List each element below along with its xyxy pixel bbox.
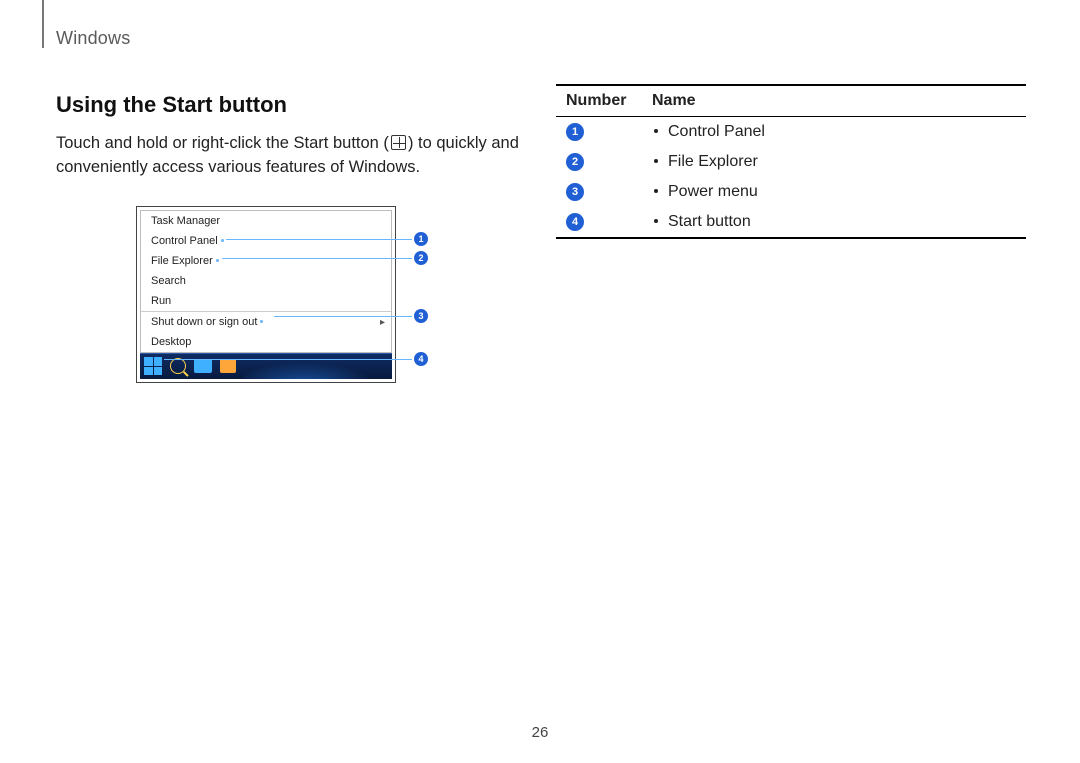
start-context-menu: Task Manager Control Panel File Explorer…: [140, 210, 392, 353]
table-row: 2 File Explorer: [556, 147, 1026, 177]
number-badge: 3: [566, 183, 584, 201]
callout-dot: [260, 320, 263, 323]
callout-badge-2: 2: [414, 251, 428, 265]
section-title: Windows: [56, 28, 130, 49]
row-name: Control Panel: [668, 123, 765, 140]
table-header-name: Name: [652, 92, 1022, 110]
leader-line: [274, 316, 412, 317]
subsection-heading: Using the Start button: [56, 92, 526, 118]
row-name: Start button: [668, 213, 751, 230]
callout-dot: [221, 239, 224, 242]
menu-item-control-panel: Control Panel: [141, 231, 391, 251]
header-rule: [42, 0, 44, 48]
taskbar-app-icon: [194, 359, 212, 373]
reference-table: Number Name 1 Control Panel 2 File Explo…: [556, 84, 1026, 239]
row-name: Power menu: [668, 183, 758, 200]
menu-item-shutdown: Shut down or sign out ▸: [141, 311, 391, 332]
taskbar-search-icon: [170, 358, 186, 374]
callout-badge-3: 3: [414, 309, 428, 323]
para-text-before: Touch and hold or right-click the Start …: [56, 134, 389, 152]
menu-item-search: Search: [141, 271, 391, 291]
intro-paragraph: Touch and hold or right-click the Start …: [56, 132, 526, 180]
leader-line: [222, 258, 412, 259]
start-menu-figure: Task Manager Control Panel File Explorer…: [136, 206, 446, 383]
row-name: File Explorer: [668, 153, 758, 170]
menu-item-desktop: Desktop: [141, 332, 391, 352]
chevron-right-icon: ▸: [380, 317, 385, 328]
leader-line: [226, 239, 412, 240]
callout-dot: [216, 259, 219, 262]
number-badge: 2: [566, 153, 584, 171]
table-row: 4 Start button: [556, 207, 1026, 237]
table-header-number: Number: [560, 92, 652, 110]
number-badge: 1: [566, 123, 584, 141]
windows-start-icon: [391, 135, 406, 150]
bullet-icon: [654, 219, 658, 223]
table-row: 3 Power menu: [556, 177, 1026, 207]
number-badge: 4: [566, 213, 584, 231]
taskbar: [140, 353, 392, 379]
taskbar-app-icon: [220, 359, 236, 373]
bullet-icon: [654, 129, 658, 133]
start-button-icon: [144, 357, 162, 375]
taskbar-background: [244, 354, 392, 379]
menu-item-file-explorer: File Explorer: [141, 251, 391, 271]
callout-badge-1: 1: [414, 232, 428, 246]
table-header-row: Number Name: [556, 86, 1026, 117]
bullet-icon: [654, 189, 658, 193]
page-number: 26: [0, 724, 1080, 741]
leader-line: [164, 359, 412, 360]
bullet-icon: [654, 159, 658, 163]
callout-badge-4: 4: [414, 352, 428, 366]
menu-item-task-manager: Task Manager: [141, 211, 391, 231]
menu-item-run: Run: [141, 291, 391, 311]
table-row: 1 Control Panel: [556, 117, 1026, 147]
